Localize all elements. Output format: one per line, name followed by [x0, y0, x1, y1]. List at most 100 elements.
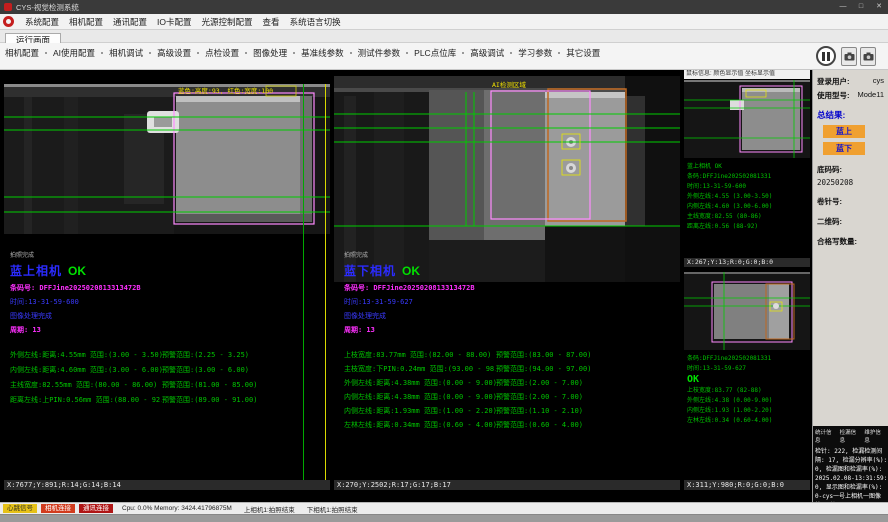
- menu-view[interactable]: 查看: [258, 16, 285, 28]
- left-result-panel: 拍照完成 蓝上相机OK 条码号: DFFJine2025020813313472…: [10, 250, 328, 410]
- preview-line: 左林左线:0.34 (0.60-4.00): [687, 416, 809, 426]
- measurement-text: 距离左线:上PIN:0.56mm 范围:(88.00 - 92.00): [10, 395, 162, 405]
- stats-tab-maintenance[interactable]: 维护信息: [864, 428, 886, 444]
- mouse-info-header: 鼠标信息: 颜色显示值 坐标显示值: [684, 70, 810, 79]
- tool-advanced-settings[interactable]: 高级设置: [143, 47, 191, 59]
- preview-line: 时间:13-31-59-627: [687, 364, 809, 374]
- menu-camera-config[interactable]: 相机配置: [64, 16, 108, 28]
- close-button[interactable]: ✕: [870, 0, 888, 14]
- left-cycle: 周期: 13: [10, 325, 328, 335]
- result-box-upper: 蓝上: [823, 125, 865, 138]
- mid-process-status: 图像处理完成: [344, 311, 678, 321]
- menu-io-config[interactable]: IO卡配置: [152, 16, 196, 28]
- stats-tab-statistics[interactable]: 统计信息: [815, 428, 837, 444]
- measurement-row: 内侧左线:距离:1.93mm 范围:(1.00 - 2.20)预警范围:(1.1…: [344, 406, 678, 420]
- measurement-warning: 预警范围:(0.60 - 4.00): [496, 420, 583, 430]
- bottom-preview-results: 条码:DFFJine202502081331 时间:13-31-59-627 O…: [687, 354, 809, 426]
- measurement-text: 内侧左线:距离:4.60mm 范围:(3.00 - 6.00): [10, 365, 162, 375]
- tool-other-settings[interactable]: 其它设置: [552, 47, 600, 59]
- tool-spot-check[interactable]: 点检设置: [191, 47, 239, 59]
- model-label: 使用型号:: [817, 90, 850, 101]
- stats-tab-leak[interactable]: 检漏信息: [840, 428, 862, 444]
- pause-button[interactable]: [816, 46, 836, 66]
- bottom-preview-coordinates: X:311;Y:980;R:0;G:0;B:0: [684, 480, 810, 490]
- stats-line: 检针: 222, 检漏检测间: [815, 447, 886, 456]
- stats-line: 0, 检漏图和检漏率(%):: [815, 465, 886, 474]
- mid-overlay-label: AI检测区域: [492, 80, 526, 89]
- measurement-warning: 预警范围:(2.00 - 7.00): [496, 392, 583, 402]
- mid-cycle: 周期: 13: [344, 325, 678, 335]
- left-barcode: 条码号: DFFJine2025020813313472B: [10, 283, 328, 293]
- left-camera-view[interactable]: 蓝色:高度:93, 红色:宽度:100: [4, 84, 330, 234]
- tool-ai-config[interactable]: AI使用配置: [39, 47, 95, 59]
- statistics-tabs: 统计信息 检漏信息 维护信息: [815, 428, 886, 444]
- upper-camera-status: 上相机1:拍照结束: [244, 504, 295, 514]
- tool-learning-params[interactable]: 学习参数: [504, 47, 552, 59]
- tab-strip: 运行画面: [0, 30, 888, 43]
- bottom-preview-image[interactable]: [684, 272, 810, 350]
- right-sidebar: 登录用户: cys 使用型号: Mode11 总结果: 蓝上 蓝下 底码码: 2…: [812, 70, 888, 426]
- tool-baseline-params[interactable]: 基准线参数: [287, 47, 344, 59]
- tool-testpiece-params[interactable]: 测试件参数: [344, 47, 401, 59]
- measurement-row: 内侧左线:距离:4.60mm 范围:(3.00 - 6.00)预警范围:(3.0…: [10, 365, 328, 380]
- preview-line: 距离左线:0.56 (88-92): [687, 222, 809, 232]
- top-preview-image[interactable]: [684, 80, 810, 158]
- left-coordinates-bar: X:7677;Y:891;R:14;G:14;B:14: [4, 480, 330, 490]
- heartbeat-indicator: 心跳信号: [3, 504, 37, 513]
- left-time: 时间:13-31-59-600: [10, 297, 328, 307]
- app-window: CYS-视觉检测系统 — □ ✕ 系统配置 相机配置 通讯配置 IO卡配置 光源…: [0, 0, 888, 522]
- app-logo-icon: [3, 16, 14, 27]
- tool-image-processing[interactable]: 图像处理: [239, 47, 287, 59]
- measurement-text: 外侧左线:距离:4.38mm 范围:(0.00 - 9.00): [344, 378, 496, 388]
- app-icon: [4, 3, 12, 11]
- total-result-label: 总结果:: [817, 109, 884, 121]
- measurement-row: 主枝宽度:下PIN:0.24mm 范围:(93.00 - 98.00)预警范围:…: [344, 364, 678, 378]
- menu-comm-config[interactable]: 通讯配置: [108, 16, 152, 28]
- measurement-warning: 预警范围:(81.00 - 85.00): [162, 380, 257, 390]
- preview-line: 上枝宽度:83.77 (82-88): [687, 386, 809, 396]
- cpu-memory-status: Cpu: 0.0% Memory: 3424.41796875M: [122, 505, 232, 512]
- measurement-row: 外侧左线:距离:4.55mm 范围:(3.00 - 3.50)预警范围:(2.2…: [10, 350, 328, 365]
- measurement-warning: 预警范围:(2.00 - 7.00): [496, 378, 583, 388]
- left-measurement-list: 外侧左线:距离:4.55mm 范围:(3.00 - 3.50)预警范围:(2.2…: [10, 350, 328, 410]
- measurement-text: 内侧左线:距离:1.93mm 范围:(1.00 - 2.20): [344, 406, 496, 416]
- preview-line: 内侧左线:4.60 (3.00-6.00): [687, 202, 809, 212]
- window-title: CYS-视觉检测系统: [16, 2, 79, 13]
- tool-camera-debug[interactable]: 相机调试: [95, 47, 143, 59]
- minimize-button[interactable]: —: [834, 0, 852, 14]
- measurement-row: 左林左线:距离:0.34mm 范围:(0.60 - 4.00)预警范围:(0.6…: [344, 420, 678, 434]
- stats-line: 2025.02.08-13:31:59:05: [815, 474, 886, 483]
- pass-count-label: 合格写数量:: [817, 236, 884, 247]
- top-preview-results: 蓝上相机 OK 条码:DFFJine202502081331 时间:13-31-…: [687, 162, 809, 232]
- mid-barcode: 条码号: DFFJine2025020813313472B: [344, 283, 678, 293]
- menu-language-switch[interactable]: 系统语言切换: [285, 16, 346, 28]
- upper-camera-button[interactable]: [841, 47, 857, 66]
- measurement-row: 上枝宽度:83.77mm 范围:(82.00 - 88.00)预警范围:(83.…: [344, 350, 678, 364]
- menubar: 系统配置 相机配置 通讯配置 IO卡配置 光源控制配置 查看 系统语言切换: [0, 14, 888, 30]
- login-user-row: 登录用户: cys: [817, 76, 884, 87]
- measurement-warning: 预警范围:(1.10 - 2.10): [496, 406, 583, 416]
- preview-result-ok: OK: [687, 374, 809, 386]
- preview-line: 内侧左线:1.93 (1.00-2.20): [687, 406, 809, 416]
- menu-system-config[interactable]: 系统配置: [20, 16, 64, 28]
- middle-result-panel: 拍照完成 蓝下相机OK 条码号: DFFJine2025020813313472…: [344, 250, 678, 434]
- measurement-warning: 预警范围:(2.25 - 3.25): [162, 350, 249, 360]
- preview-line: 蓝上相机 OK: [687, 162, 809, 172]
- tool-camera-config[interactable]: 相机配置: [5, 47, 39, 59]
- result-box-lower: 蓝下: [823, 142, 865, 155]
- titlebar: CYS-视觉检测系统 — □ ✕: [0, 0, 888, 14]
- maximize-button[interactable]: □: [852, 0, 870, 14]
- measurement-warning: 预警范围:(94.00 - 97.00): [496, 364, 591, 374]
- menu-light-config[interactable]: 光源控制配置: [197, 16, 258, 28]
- mid-time: 时间:13-31-59-627: [344, 297, 678, 307]
- preview-line: 外侧左线:4.38 (0.00-9.00): [687, 396, 809, 406]
- left-camera-title: 蓝上相机: [10, 264, 62, 278]
- qr-code-label: 二维码:: [817, 216, 884, 227]
- mid-capture-status: 拍照完成: [344, 250, 678, 259]
- tool-plc-points[interactable]: PLC点位库: [400, 47, 456, 59]
- tool-advanced-debug[interactable]: 高级调试: [456, 47, 504, 59]
- lower-camera-button[interactable]: [860, 47, 876, 66]
- main-area: 蓝色:高度:93, 红色:宽度:100: [0, 70, 888, 502]
- measurement-warning: 预警范围:(83.00 - 87.00): [496, 350, 591, 360]
- comm-link-indicator: 通讯连接: [79, 504, 113, 513]
